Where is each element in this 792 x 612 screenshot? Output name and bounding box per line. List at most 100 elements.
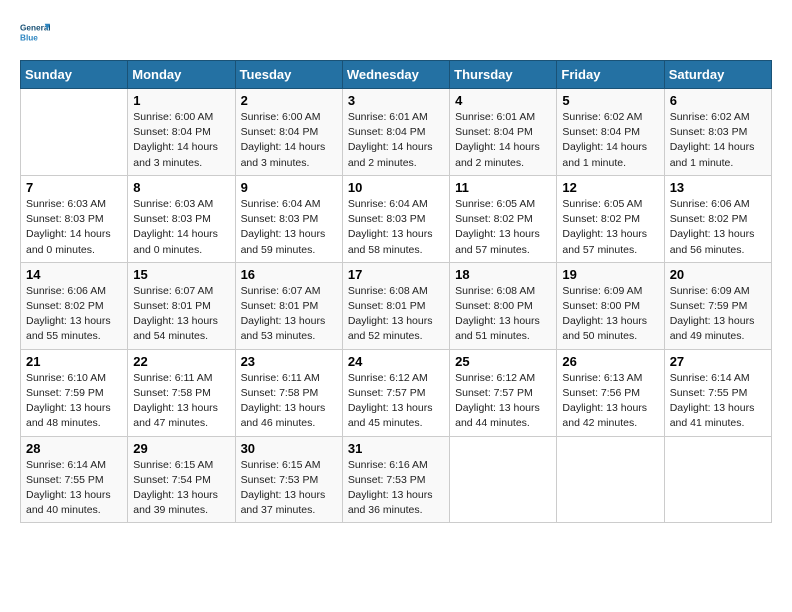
- day-info: Sunrise: 6:07 AM Sunset: 8:01 PM Dayligh…: [241, 284, 337, 345]
- calendar-cell: 20 Sunrise: 6:09 AM Sunset: 7:59 PM Dayli…: [664, 262, 771, 349]
- calendar-cell: 27Sunrise: 6:14 AM Sunset: 7:55 PM Dayli…: [664, 349, 771, 436]
- weekday-header: Thursday: [450, 61, 557, 89]
- day-number: 16: [241, 267, 337, 282]
- day-info: Sunrise: 6:07 AM Sunset: 8:01 PM Dayligh…: [133, 284, 229, 345]
- day-number: 10: [348, 180, 444, 195]
- calendar-cell: 24Sunrise: 6:12 AM Sunset: 7:57 PM Dayli…: [342, 349, 449, 436]
- calendar-cell: 15 Sunrise: 6:07 AM Sunset: 8:01 PM Dayli…: [128, 262, 235, 349]
- day-number: 15: [133, 267, 229, 282]
- day-number: 3: [348, 93, 444, 108]
- calendar-cell: 17 Sunrise: 6:08 AM Sunset: 8:01 PM Dayli…: [342, 262, 449, 349]
- day-number: 5: [562, 93, 658, 108]
- day-number: 23: [241, 354, 337, 369]
- calendar-cell: [21, 89, 128, 176]
- calendar-cell: 19 Sunrise: 6:09 AM Sunset: 8:00 PM Dayli…: [557, 262, 664, 349]
- calendar-cell: 3 Sunrise: 6:01 AM Sunset: 8:04 PM Daylig…: [342, 89, 449, 176]
- calendar-cell: 8 Sunrise: 6:03 AM Sunset: 8:03 PM Daylig…: [128, 175, 235, 262]
- day-info: Sunrise: 6:14 AM Sunset: 7:55 PM Dayligh…: [26, 458, 122, 519]
- logo: General Blue: [20, 20, 50, 50]
- calendar-cell: 14Sunrise: 6:06 AM Sunset: 8:02 PM Dayli…: [21, 262, 128, 349]
- day-number: 18: [455, 267, 551, 282]
- day-number: 26: [562, 354, 658, 369]
- day-info: Sunrise: 6:08 AM Sunset: 8:00 PM Dayligh…: [455, 284, 551, 345]
- calendar-week-row: 1 Sunrise: 6:00 AM Sunset: 8:04 PM Daylig…: [21, 89, 772, 176]
- day-number: 21: [26, 354, 122, 369]
- calendar-cell: 29Sunrise: 6:15 AM Sunset: 7:54 PM Dayli…: [128, 436, 235, 523]
- day-info: Sunrise: 6:15 AM Sunset: 7:53 PM Dayligh…: [241, 458, 337, 519]
- page-header: General Blue: [20, 20, 772, 50]
- day-info: Sunrise: 6:14 AM Sunset: 7:55 PM Dayligh…: [670, 371, 766, 432]
- day-info: Sunrise: 6:13 AM Sunset: 7:56 PM Dayligh…: [562, 371, 658, 432]
- calendar-table: SundayMondayTuesdayWednesdayThursdayFrid…: [20, 60, 772, 523]
- calendar-cell: 2Sunrise: 6:00 AM Sunset: 8:04 PM Daylig…: [235, 89, 342, 176]
- day-info: Sunrise: 6:01 AM Sunset: 8:04 PM Dayligh…: [455, 110, 551, 171]
- weekday-header: Sunday: [21, 61, 128, 89]
- calendar-cell: 7 Sunrise: 6:03 AM Sunset: 8:03 PM Daylig…: [21, 175, 128, 262]
- day-number: 1: [133, 93, 229, 108]
- day-number: 8: [133, 180, 229, 195]
- day-number: 19: [562, 267, 658, 282]
- day-info: Sunrise: 6:16 AM Sunset: 7:53 PM Dayligh…: [348, 458, 444, 519]
- day-info: Sunrise: 6:08 AM Sunset: 8:01 PM Dayligh…: [348, 284, 444, 345]
- weekday-header: Tuesday: [235, 61, 342, 89]
- day-number: 4: [455, 93, 551, 108]
- day-number: 14: [26, 267, 122, 282]
- day-number: 13: [670, 180, 766, 195]
- weekday-header: Friday: [557, 61, 664, 89]
- calendar-cell: [450, 436, 557, 523]
- day-number: 12: [562, 180, 658, 195]
- calendar-cell: 11Sunrise: 6:05 AM Sunset: 8:02 PM Dayli…: [450, 175, 557, 262]
- svg-text:Blue: Blue: [20, 33, 38, 42]
- day-number: 17: [348, 267, 444, 282]
- day-info: Sunrise: 6:03 AM Sunset: 8:03 PM Dayligh…: [133, 197, 229, 258]
- day-info: Sunrise: 6:09 AM Sunset: 8:00 PM Dayligh…: [562, 284, 658, 345]
- header-row: SundayMondayTuesdayWednesdayThursdayFrid…: [21, 61, 772, 89]
- weekday-header: Saturday: [664, 61, 771, 89]
- calendar-week-row: 28 Sunrise: 6:14 AM Sunset: 7:55 PM Dayli…: [21, 436, 772, 523]
- day-number: 25: [455, 354, 551, 369]
- calendar-week-row: 7 Sunrise: 6:03 AM Sunset: 8:03 PM Daylig…: [21, 175, 772, 262]
- weekday-header: Wednesday: [342, 61, 449, 89]
- calendar-cell: 10 Sunrise: 6:04 AM Sunset: 8:03 PM Dayli…: [342, 175, 449, 262]
- calendar-cell: 31 Sunrise: 6:16 AM Sunset: 7:53 PM Dayli…: [342, 436, 449, 523]
- calendar-cell: 13Sunrise: 6:06 AM Sunset: 8:02 PM Dayli…: [664, 175, 771, 262]
- day-number: 29: [133, 441, 229, 456]
- day-number: 20: [670, 267, 766, 282]
- day-number: 22: [133, 354, 229, 369]
- day-info: Sunrise: 6:02 AM Sunset: 8:04 PM Dayligh…: [562, 110, 658, 171]
- day-number: 31: [348, 441, 444, 456]
- calendar-cell: 28 Sunrise: 6:14 AM Sunset: 7:55 PM Dayli…: [21, 436, 128, 523]
- day-info: Sunrise: 6:11 AM Sunset: 7:58 PM Dayligh…: [133, 371, 229, 432]
- calendar-cell: 30 Sunrise: 6:15 AM Sunset: 7:53 PM Dayli…: [235, 436, 342, 523]
- day-info: Sunrise: 6:04 AM Sunset: 8:03 PM Dayligh…: [348, 197, 444, 258]
- calendar-cell: 26 Sunrise: 6:13 AM Sunset: 7:56 PM Dayli…: [557, 349, 664, 436]
- calendar-cell: 16 Sunrise: 6:07 AM Sunset: 8:01 PM Dayli…: [235, 262, 342, 349]
- calendar-cell: 21Sunrise: 6:10 AM Sunset: 7:59 PM Dayli…: [21, 349, 128, 436]
- calendar-cell: 1 Sunrise: 6:00 AM Sunset: 8:04 PM Daylig…: [128, 89, 235, 176]
- calendar-week-row: 14Sunrise: 6:06 AM Sunset: 8:02 PM Dayli…: [21, 262, 772, 349]
- day-number: 30: [241, 441, 337, 456]
- day-info: Sunrise: 6:12 AM Sunset: 7:57 PM Dayligh…: [455, 371, 551, 432]
- day-info: Sunrise: 6:03 AM Sunset: 8:03 PM Dayligh…: [26, 197, 122, 258]
- day-info: Sunrise: 6:01 AM Sunset: 8:04 PM Dayligh…: [348, 110, 444, 171]
- day-number: 28: [26, 441, 122, 456]
- day-info: Sunrise: 6:11 AM Sunset: 7:58 PM Dayligh…: [241, 371, 337, 432]
- day-info: Sunrise: 6:04 AM Sunset: 8:03 PM Dayligh…: [241, 197, 337, 258]
- logo-icon: General Blue: [20, 20, 50, 50]
- calendar-cell: 22 Sunrise: 6:11 AM Sunset: 7:58 PM Dayli…: [128, 349, 235, 436]
- day-number: 11: [455, 180, 551, 195]
- calendar-cell: 25 Sunrise: 6:12 AM Sunset: 7:57 PM Dayli…: [450, 349, 557, 436]
- day-info: Sunrise: 6:00 AM Sunset: 8:04 PM Dayligh…: [133, 110, 229, 171]
- day-number: 6: [670, 93, 766, 108]
- day-info: Sunrise: 6:05 AM Sunset: 8:02 PM Dayligh…: [562, 197, 658, 258]
- day-info: Sunrise: 6:09 AM Sunset: 7:59 PM Dayligh…: [670, 284, 766, 345]
- calendar-cell: 18 Sunrise: 6:08 AM Sunset: 8:00 PM Dayli…: [450, 262, 557, 349]
- calendar-cell: 23 Sunrise: 6:11 AM Sunset: 7:58 PM Dayli…: [235, 349, 342, 436]
- day-number: 7: [26, 180, 122, 195]
- calendar-cell: [557, 436, 664, 523]
- day-info: Sunrise: 6:02 AM Sunset: 8:03 PM Dayligh…: [670, 110, 766, 171]
- weekday-header: Monday: [128, 61, 235, 89]
- calendar-cell: 9Sunrise: 6:04 AM Sunset: 8:03 PM Daylig…: [235, 175, 342, 262]
- calendar-week-row: 21Sunrise: 6:10 AM Sunset: 7:59 PM Dayli…: [21, 349, 772, 436]
- day-info: Sunrise: 6:00 AM Sunset: 8:04 PM Dayligh…: [241, 110, 337, 171]
